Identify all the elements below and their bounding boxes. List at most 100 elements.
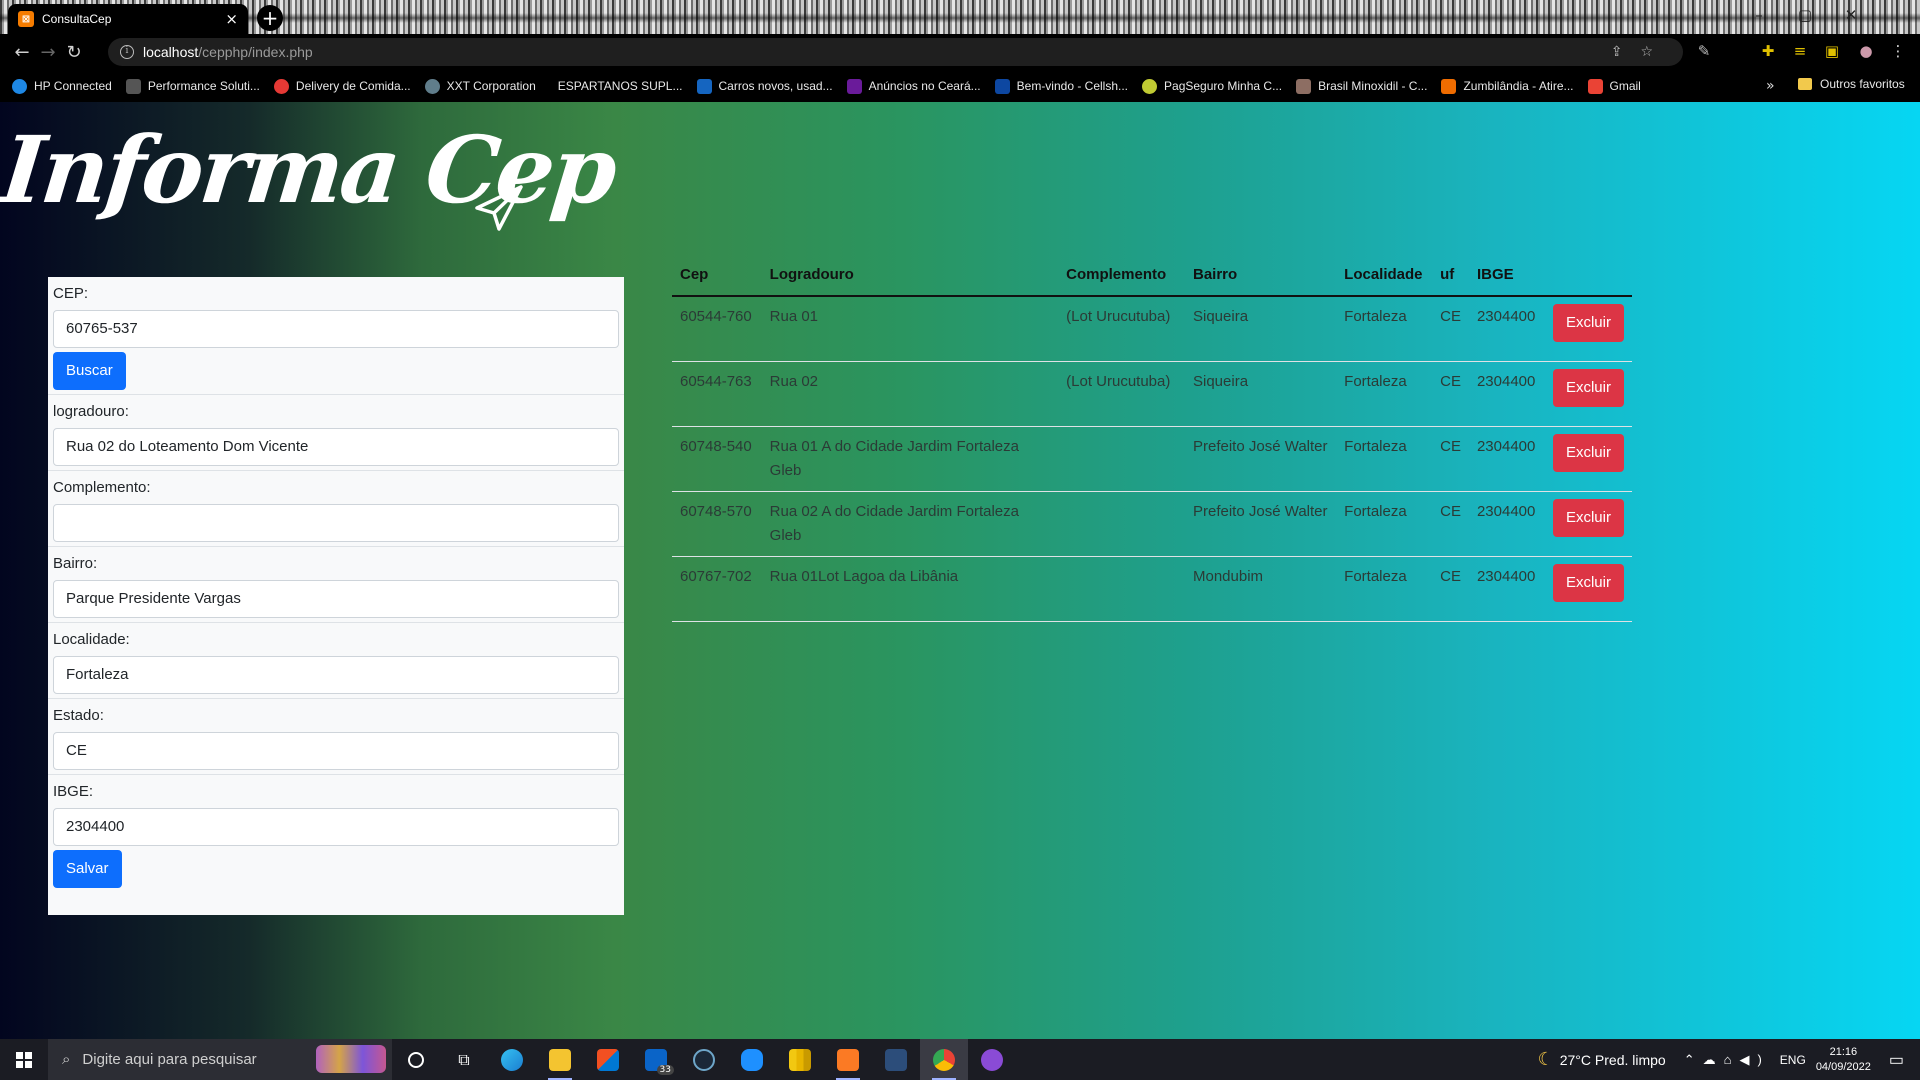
weather-text[interactable]: 27°C Pred. limpo	[1560, 1052, 1666, 1068]
cell-cep: 60767-702	[672, 556, 762, 622]
tray-icons[interactable]: ⌃☁⌂◀)	[1684, 1052, 1770, 1068]
forward-arrow-icon[interactable]: →	[35, 42, 61, 63]
cell-complemento: (Lot Urucutuba)	[1058, 361, 1185, 427]
bookmark-item[interactable]: PagSeguro Minha C...	[1142, 78, 1282, 94]
bookmark-item[interactable]: Carros novos, usad...	[696, 78, 833, 94]
url-host: localhost	[143, 44, 199, 60]
cell-ibge: 2304400	[1468, 296, 1545, 362]
cell-localidade: Fortaleza	[1336, 426, 1433, 492]
start-button[interactable]	[0, 1039, 48, 1080]
profile-avatar-icon[interactable]: ●	[1856, 41, 1876, 61]
bookmark-item[interactable]: Bem-vindo - Cellsh...	[994, 78, 1128, 94]
cortana-icon[interactable]	[392, 1039, 440, 1080]
tab-close-icon[interactable]: ×	[225, 10, 238, 28]
search-icon: ⌕	[62, 1051, 71, 1068]
paper-plane-icon	[475, 185, 523, 231]
search-placeholder: Digite aqui para pesquisar	[82, 1051, 257, 1068]
clock-date: 04/09/2022	[1815, 1060, 1871, 1073]
new-tab-button[interactable]: +	[257, 5, 283, 31]
bookmark-item[interactable]: Performance Soluti...	[125, 78, 260, 94]
cell-logradouro: Rua 02 A do Cidade Jardim Fortaleza Gleb	[761, 491, 1059, 557]
minimize-icon[interactable]: –	[1736, 0, 1782, 34]
side-panel-icon[interactable]: ▣	[1822, 41, 1842, 61]
visual-studio-icon[interactable]	[872, 1039, 920, 1080]
xampp-favicon-icon: ⊠	[18, 11, 34, 27]
window-close-icon[interactable]: ✕	[1828, 0, 1874, 34]
cell-uf: CE	[1432, 426, 1469, 492]
address-bar[interactable]: i localhost /cepphp/index.php ⇪☆	[108, 38, 1683, 66]
excluir-button[interactable]: Excluir	[1552, 304, 1624, 342]
excluir-button[interactable]: Excluir	[1552, 433, 1624, 472]
mail-icon[interactable]: 33	[632, 1039, 680, 1080]
cell-bairro: Siqueira	[1185, 361, 1337, 427]
localidade-input[interactable]: Fortaleza	[53, 656, 619, 694]
browser-menu-icon[interactable]: ⋮	[1888, 41, 1908, 61]
file-explorer-icon[interactable]	[536, 1039, 584, 1080]
store-icon[interactable]	[584, 1039, 632, 1080]
cell-complemento: (Lot Urucutuba)	[1058, 296, 1185, 362]
col-header-logradouro: Logradouro	[761, 252, 1059, 297]
col-header-cep: Cep	[672, 252, 762, 297]
back-arrow-icon[interactable]: ←	[9, 42, 35, 63]
logradouro-input[interactable]: Rua 02 do Loteamento Dom Vicente	[53, 428, 619, 466]
bookmark-item[interactable]: ESPARTANOS SUPL...	[558, 79, 683, 93]
maximize-icon[interactable]: ▢	[1782, 0, 1828, 34]
windows-taskbar: ⌕ Digite aqui para pesquisar ⧉ 33 ☾ 27°C…	[0, 1039, 1920, 1080]
windows-logo-icon	[16, 1051, 32, 1068]
browser-tab[interactable]: ⊠ ConsultaCep ×	[8, 4, 248, 34]
table-row: 60748-540 Rua 01 A do Cidade Jardim Fort…	[672, 426, 1632, 492]
puzzle-extension-icon[interactable]: ✚	[1758, 41, 1778, 61]
steam-icon[interactable]	[680, 1039, 728, 1080]
bookmark-item[interactable]: Gmail	[1587, 78, 1641, 94]
estado-label: Estado:	[53, 707, 104, 724]
clock[interactable]: 21:16 04/09/2022	[1816, 1045, 1871, 1075]
onedrive-icon[interactable]	[728, 1039, 776, 1080]
buscar-button[interactable]: Buscar	[53, 352, 126, 390]
excluir-button[interactable]: Excluir	[1552, 498, 1624, 537]
chrome-icon[interactable]	[920, 1039, 968, 1080]
cep-input[interactable]: 60765-537	[53, 310, 619, 348]
localidade-row: Localidade: Fortaleza	[48, 623, 624, 699]
cell-complemento	[1058, 556, 1185, 622]
cell-uf: CE	[1432, 491, 1469, 557]
language-indicator[interactable]: ENG	[1780, 1053, 1806, 1067]
ibge-label: IBGE:	[53, 783, 94, 800]
site-info-icon[interactable]: i	[120, 45, 134, 59]
bookmark-item[interactable]: Anúncios no Ceará...	[846, 78, 981, 94]
ibge-input[interactable]: 2304400	[53, 808, 619, 846]
xampp-icon[interactable]	[824, 1039, 872, 1080]
browser-toolbar: ← → ↻ i localhost /cepphp/index.php ⇪☆ ✎…	[0, 34, 1920, 70]
reload-icon[interactable]: ↻	[61, 42, 87, 63]
excluir-button[interactable]: Excluir	[1552, 563, 1624, 602]
bookmark-item[interactable]: Brasil Minoxidil - C...	[1296, 78, 1427, 94]
media-queue-icon[interactable]: ≡	[1790, 41, 1810, 61]
col-header-complemento: Complemento	[1058, 252, 1185, 297]
excluir-button[interactable]: Excluir	[1552, 368, 1624, 407]
cell-cep: 60544-763	[672, 361, 762, 427]
salvar-button[interactable]: Salvar	[53, 850, 122, 888]
notification-icon[interactable]: ▭	[1889, 1050, 1904, 1070]
bairro-input[interactable]: Parque Presidente Vargas	[53, 580, 619, 618]
pen-extension-icon[interactable]: ✎	[1694, 41, 1714, 61]
bookmark-item[interactable]: XXT Corporation	[424, 78, 536, 94]
share-and-star-icons[interactable]: ⇪☆	[1611, 44, 1671, 60]
other-bookmarks-folder[interactable]: Outros favoritos	[1798, 77, 1905, 91]
bookmark-item[interactable]: HP Connected	[12, 78, 112, 94]
edge-icon[interactable]	[488, 1039, 536, 1080]
bookmarks-more-icon[interactable]: »	[1766, 78, 1775, 94]
powerbi-icon[interactable]	[776, 1039, 824, 1080]
github-desktop-icon[interactable]	[968, 1039, 1016, 1080]
cell-bairro: Prefeito José Walter	[1185, 491, 1337, 557]
folder-icon	[1798, 78, 1812, 90]
estado-input[interactable]: CE	[53, 732, 619, 770]
complemento-input[interactable]	[53, 504, 619, 542]
cep-label: CEP:	[53, 285, 89, 302]
search-highlight-image	[316, 1045, 386, 1073]
task-view-icon[interactable]: ⧉	[440, 1039, 488, 1080]
logradouro-row: logradouro: Rua 02 do Loteamento Dom Vic…	[48, 395, 624, 471]
cell-localidade: Fortaleza	[1336, 296, 1433, 362]
taskbar-search[interactable]: ⌕ Digite aqui para pesquisar	[48, 1039, 392, 1080]
bookmark-item[interactable]: Delivery de Comida...	[273, 78, 411, 94]
bookmark-item[interactable]: Zumbilândia - Atire...	[1441, 78, 1574, 94]
cep-form: CEP: 60765-537 Buscar logradouro: Rua 02…	[48, 277, 624, 915]
